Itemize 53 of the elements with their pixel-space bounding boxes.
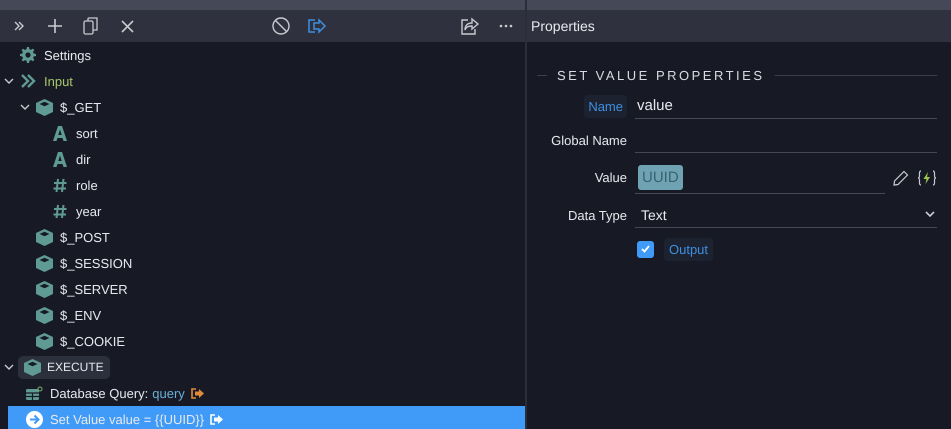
share-icon	[460, 17, 480, 35]
step-label[interactable]: $_SESSION	[60, 256, 132, 270]
field-label: Global Name	[551, 132, 627, 148]
panel-title: Properties	[527, 10, 951, 42]
step-label[interactable]: sort	[76, 126, 98, 140]
step-label[interactable]: Database Query:	[50, 386, 148, 400]
step-item[interactable]: EXECUTE	[18, 356, 110, 378]
close-icon	[120, 20, 134, 32]
checkmark-icon	[641, 245, 650, 253]
cube-icon	[36, 306, 52, 324]
field-label: Value	[594, 170, 627, 185]
prohibited-icon	[272, 17, 290, 35]
checkbox[interactable]	[637, 240, 654, 258]
cube-icon	[36, 254, 52, 272]
input-field[interactable]: value	[635, 94, 937, 118]
step-label[interactable]: year	[76, 204, 102, 218]
pencil-icon[interactable]	[893, 170, 909, 186]
checkbox-label[interactable]: Output	[664, 238, 714, 260]
data-type-select[interactable]: Text	[635, 202, 937, 228]
letter-icon	[53, 126, 67, 140]
step-label[interactable]: Input	[44, 74, 73, 88]
gear-icon	[20, 47, 36, 63]
step-label[interactable]: $_ENV	[60, 308, 102, 322]
more-icon	[499, 24, 513, 28]
cube-icon	[36, 332, 52, 350]
lightning-braces-icon[interactable]	[917, 170, 937, 186]
step-label[interactable]: $_SERVER	[60, 282, 128, 296]
cube-icon	[24, 358, 41, 376]
field-label: Data Type	[568, 208, 627, 222]
step-label[interactable]: $_POST	[60, 230, 110, 244]
cube-icon	[36, 98, 52, 116]
hash-icon	[53, 204, 67, 218]
hash-icon	[53, 178, 67, 192]
field-label: Name	[584, 94, 627, 118]
copy-icon	[83, 17, 99, 35]
step-value: query	[152, 386, 185, 400]
token-chip: UUID	[638, 164, 683, 190]
letter-icon	[53, 152, 67, 166]
chevron-down-icon	[925, 211, 935, 218]
cube-icon	[36, 280, 52, 298]
arrow-circle-icon	[26, 410, 42, 428]
exit-arrow-icon	[306, 18, 326, 34]
table-icon	[26, 386, 42, 400]
step-label[interactable]: $_GET	[60, 100, 102, 114]
double-chevron-icon	[20, 74, 36, 88]
step-label[interactable]: Settings	[44, 48, 91, 62]
section-title: SET VALUE PROPERTIES	[557, 68, 764, 83]
step-label[interactable]: $_COOKIE	[60, 334, 126, 348]
step-label[interactable]: role	[76, 178, 98, 192]
step-label[interactable]: dir	[76, 152, 90, 166]
cube-icon	[36, 228, 52, 246]
double-chevron-icon	[12, 19, 26, 33]
plus-icon	[47, 18, 63, 34]
